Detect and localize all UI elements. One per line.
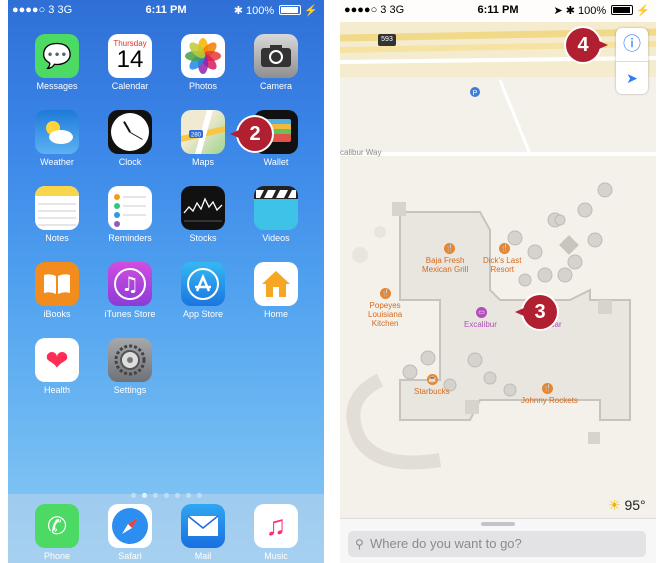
app-weather[interactable]: Weather — [26, 110, 88, 167]
safari-compass-icon — [108, 504, 152, 548]
calendar-date: 14 — [116, 45, 144, 73]
restaurant-pin-icon[interactable]: 🍴 — [499, 243, 510, 254]
battery-indicator: ✱ 100% ⚡ — [233, 5, 318, 17]
app-reminders[interactable]: Reminders — [99, 186, 161, 243]
restaurant-pin-icon[interactable]: 🍴 — [380, 288, 391, 299]
dock-mail[interactable]: Mail — [172, 504, 234, 561]
place-dicks-last-resort[interactable]: Dick's Last Resort — [483, 256, 521, 274]
app-store-icon — [181, 262, 225, 306]
info-icon[interactable]: ⓘ — [616, 28, 648, 62]
dock: ✆ Phone Safari Mail ♫ Music — [8, 494, 324, 563]
dock-music[interactable]: ♫ Music — [245, 504, 307, 561]
coffee-pin-icon[interactable]: ☕ — [427, 374, 438, 385]
photos-icon — [181, 34, 225, 78]
app-itunes-store[interactable]: ♫ iTunes Store — [99, 262, 161, 319]
settings-gear-icon — [108, 338, 152, 382]
drag-handle[interactable] — [481, 522, 515, 526]
weather-badge: ☀ 95° — [608, 497, 646, 513]
place-johnny-rockets[interactable]: Johnny Rockets — [521, 396, 578, 405]
phone-icon: ✆ — [35, 504, 79, 548]
app-settings[interactable]: Settings — [99, 338, 161, 395]
bluetooth-icon: ✱ — [233, 5, 243, 17]
svg-text:♫: ♫ — [121, 272, 139, 296]
svg-text:P: P — [473, 90, 478, 97]
app-notes[interactable]: Notes — [26, 186, 88, 243]
step-callout-3: 3 — [515, 295, 557, 329]
place-excalibur[interactable]: Excalibur — [464, 320, 497, 329]
app-photos[interactable]: Photos — [172, 34, 234, 91]
app-app-store[interactable]: App Store — [172, 262, 234, 319]
hotel-pin-icon[interactable]: ▭ — [476, 307, 487, 318]
messages-icon: 💬 — [35, 34, 79, 78]
app-clock[interactable]: Clock — [99, 110, 161, 167]
app-camera[interactable]: Camera — [245, 34, 307, 91]
app-messages[interactable]: 💬 Messages — [26, 34, 88, 91]
app-home[interactable]: Home — [245, 262, 307, 319]
app-videos[interactable]: Videos — [245, 186, 307, 243]
sun-icon: ☀ — [608, 497, 621, 513]
app-calendar[interactable]: Thursday 14 Calendar — [99, 34, 161, 91]
app-maps[interactable]: 280 Maps — [172, 110, 234, 167]
home-screen: ●●●●○ 3 3G 6:11 PM ✱ 100% ⚡ 💬 Messages T… — [8, 0, 324, 563]
notes-icon — [35, 186, 79, 230]
step-callout-2: 2 — [230, 117, 272, 151]
location-arrow-icon: ➤ — [553, 5, 563, 17]
location-arrow-icon[interactable]: ➤ — [616, 62, 648, 94]
weather-icon — [35, 110, 79, 154]
place-starbucks[interactable]: Starbucks — [414, 387, 450, 396]
camera-icon — [254, 34, 298, 78]
svg-text:280: 280 — [191, 133, 202, 139]
restaurant-pin-icon[interactable]: 🍴 — [444, 243, 455, 254]
step-callout-4: 4 — [566, 28, 608, 62]
app-stocks[interactable]: Stocks — [172, 186, 234, 243]
reminders-icon — [108, 186, 152, 230]
maps-screen: P ●●●●○ 3 3G 6:11 PM ➤ ✱ 100% ⚡ 593 cali… — [340, 0, 656, 563]
highway-shield: 593 — [378, 34, 396, 46]
search-input[interactable]: Where do you want to go? — [348, 531, 646, 557]
map-canvas[interactable]: P — [340, 0, 656, 563]
mail-envelope-icon — [181, 504, 225, 548]
app-health[interactable]: ❤ Health — [26, 338, 88, 395]
status-bar: ●●●●○ 3 3G 6:11 PM ➤ ✱ 100% ⚡ — [340, 0, 656, 22]
stocks-icon — [181, 186, 225, 230]
status-bar: ●●●●○ 3 3G 6:11 PM ✱ 100% ⚡ — [8, 0, 324, 22]
home-icon — [254, 262, 298, 306]
app-ibooks[interactable]: iBooks — [26, 262, 88, 319]
music-note-icon: ♫ — [254, 504, 298, 548]
maps-icon: 280 — [181, 110, 225, 154]
clock-icon — [108, 110, 152, 154]
search-icon: ⚲ — [355, 537, 364, 551]
videos-icon — [254, 186, 298, 230]
calendar-icon: Thursday 14 — [108, 34, 152, 78]
place-baja-fresh[interactable]: Baja Fresh Mexican Grill — [422, 256, 468, 274]
restaurant-pin-icon[interactable]: 🍴 — [542, 383, 553, 394]
itunes-store-icon: ♫ — [108, 262, 152, 306]
dock-safari[interactable]: Safari — [99, 504, 161, 561]
heart-icon: ❤ — [35, 338, 79, 382]
map-controls: ⓘ ➤ — [616, 28, 648, 94]
dock-phone[interactable]: ✆ Phone — [26, 504, 88, 561]
battery-indicator: ➤ ✱ 100% ⚡ — [553, 5, 650, 17]
search-panel: Where do you want to go? ⚲ — [340, 518, 656, 563]
ibooks-icon — [35, 262, 79, 306]
place-popeyes[interactable]: Popeyes Louisiana Kitchen — [368, 301, 402, 328]
street-label: calibur Way — [340, 148, 382, 157]
